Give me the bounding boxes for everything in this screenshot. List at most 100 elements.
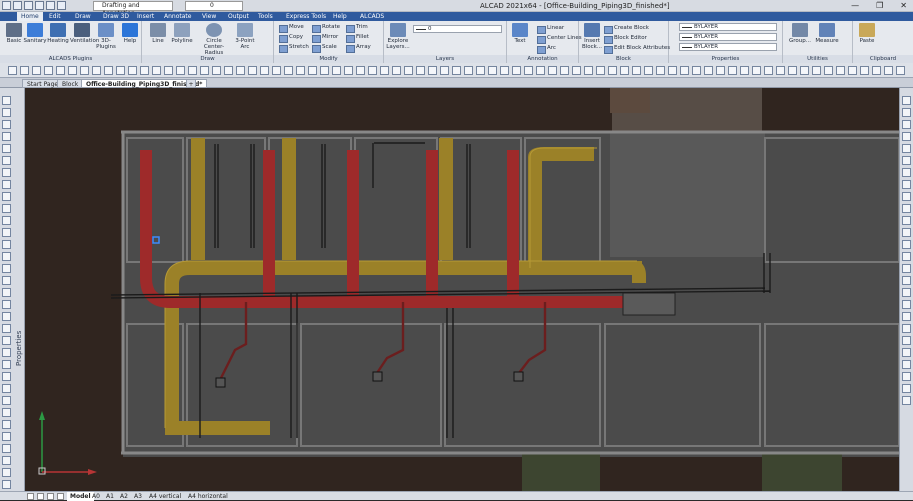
tool-icon[interactable] [902,336,911,345]
layer-select[interactable]: 0 [185,1,243,11]
tool-icon[interactable] [872,66,881,75]
tool-icon[interactable] [2,192,11,201]
tool-icon[interactable] [2,228,11,237]
tool-icon[interactable] [2,108,11,117]
tool-icon[interactable] [584,66,593,75]
tool-icon[interactable] [902,156,911,165]
drawing-canvas[interactable] [25,88,899,491]
tool-icon[interactable] [902,132,911,141]
tool-icon[interactable] [452,66,461,75]
color-dropdown[interactable]: BYLAYER [679,23,777,31]
save-icon[interactable] [35,1,44,10]
tool-icon[interactable] [260,66,269,75]
tool-icon[interactable] [2,204,11,213]
tool-icon[interactable] [902,180,911,189]
3d-plugins-button[interactable]: 3D-Plugins [94,23,118,50]
tool-icon[interactable] [2,132,11,141]
tool-icon[interactable] [200,66,209,75]
scale-button[interactable]: Scale [311,43,337,53]
tool-icon[interactable] [902,168,911,177]
tool-icon[interactable] [848,66,857,75]
tool-icon[interactable] [2,264,11,273]
tool-icon[interactable] [188,66,197,75]
fillet-button[interactable]: Fillet [345,33,369,43]
menu-annotate[interactable]: Annotate [160,12,195,21]
tool-icon[interactable] [272,66,281,75]
tool-icon[interactable] [344,66,353,75]
create-block-button[interactable]: Create Block [603,24,649,34]
tool-icon[interactable] [392,66,401,75]
tool-icon[interactable] [788,66,797,75]
tool-icon[interactable] [902,288,911,297]
linear-button[interactable]: Linear [536,24,564,34]
tool-icon[interactable] [32,66,41,75]
tool-icon[interactable] [20,66,29,75]
menu-insert[interactable]: Insert [133,12,158,21]
menu-express-tools[interactable]: Express Tools [282,12,330,21]
menu-edit[interactable]: Edit [45,12,65,21]
tool-icon[interactable] [536,66,545,75]
group-button[interactable]: Group... [786,23,814,49]
heating-button[interactable]: Heating [46,23,70,49]
insert-block-button[interactable]: Insert Block... [580,23,604,50]
tool-icon[interactable] [902,312,911,321]
next-layout-icon[interactable] [47,493,54,500]
open-icon[interactable] [24,1,33,10]
tool-icon[interactable] [548,66,557,75]
ventilation-button[interactable]: Ventilation [70,23,99,49]
tool-icon[interactable] [2,396,11,405]
tool-icon[interactable] [632,66,641,75]
tool-icon[interactable] [896,66,905,75]
tool-icon[interactable] [128,66,137,75]
tool-icon[interactable] [320,66,329,75]
tool-icon[interactable] [2,144,11,153]
tool-icon[interactable] [524,66,533,75]
tool-icon[interactable] [2,276,11,285]
tool-icon[interactable] [2,120,11,129]
tool-icon[interactable] [368,66,377,75]
layer-dropdown[interactable]: 0 [413,25,502,33]
minimize-icon[interactable]: — [851,1,859,10]
tool-icon[interactable] [902,396,911,405]
tool-icon[interactable] [2,156,11,165]
undo-icon[interactable] [46,1,55,10]
tool-icon[interactable] [332,66,341,75]
tool-icon[interactable] [680,66,689,75]
tool-icon[interactable] [902,96,911,105]
tool-icon[interactable] [488,66,497,75]
tool-icon[interactable] [2,348,11,357]
tool-icon[interactable] [2,312,11,321]
line-button[interactable]: Line [146,23,170,49]
tool-icon[interactable] [902,360,911,369]
paste-button[interactable]: Paste [855,23,879,49]
redo-icon[interactable] [57,1,66,10]
tool-icon[interactable] [44,66,53,75]
linetype-dropdown[interactable]: BYLAYER [679,33,777,41]
menu-draw-3d[interactable]: Draw 3D [99,12,133,21]
tool-icon[interactable] [800,66,809,75]
tool-icon[interactable] [902,240,911,249]
menu-alcads[interactable]: ALCADS [356,12,388,21]
tool-icon[interactable] [620,66,629,75]
tool-icon[interactable] [902,108,911,117]
tool-icon[interactable] [416,66,425,75]
tool-icon[interactable] [2,468,11,477]
tool-icon[interactable] [284,66,293,75]
tool-icon[interactable] [764,66,773,75]
tool-icon[interactable] [824,66,833,75]
tool-icon[interactable] [428,66,437,75]
menu-view[interactable]: View [198,12,220,21]
tool-icon[interactable] [752,66,761,75]
add-tab-icon[interactable]: + [186,79,196,88]
new-icon[interactable] [13,1,22,10]
tool-icon[interactable] [464,66,473,75]
tool-icon[interactable] [308,66,317,75]
tool-icon[interactable] [152,66,161,75]
tool-icon[interactable] [2,432,11,441]
tool-icon[interactable] [80,66,89,75]
tool-icon[interactable] [902,216,911,225]
explore-layers-button[interactable]: Explore Layers... [386,23,410,50]
tool-icon[interactable] [2,384,11,393]
tool-icon[interactable] [2,408,11,417]
lineweight-dropdown[interactable]: BYLAYER [679,43,777,51]
